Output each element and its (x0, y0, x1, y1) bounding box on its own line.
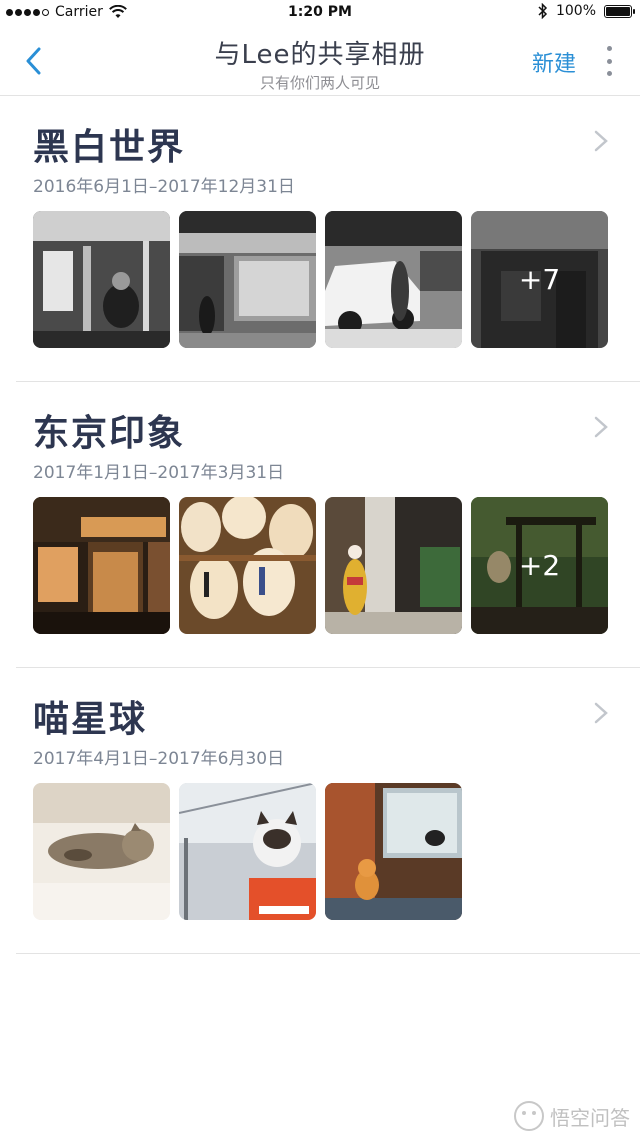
watermark: 悟空问答 (514, 1101, 630, 1131)
photo-row: +2 (33, 497, 608, 634)
battery-icon (604, 4, 635, 18)
photo-thumbnail[interactable] (179, 497, 316, 634)
album-header[interactable]: 喵星球 2017年4月1日–2017年6月30日 (0, 668, 640, 783)
album-dates: 2017年4月1日–2017年6月30日 (33, 749, 285, 769)
status-right: 100% (538, 3, 635, 19)
new-album-button[interactable]: 新建 (532, 46, 576, 78)
album-section: 东京印象 2017年1月1日–2017年3月31日 +2 (0, 382, 640, 668)
album-header[interactable]: 东京印象 2017年1月1日–2017年3月31日 (0, 382, 640, 497)
status-bar: Carrier 1:20 PM 100% (0, 0, 640, 26)
watermark-label: 悟空问答 (550, 1105, 630, 1130)
more-photos-count: +7 (471, 211, 608, 348)
bluetooth-icon (538, 3, 548, 19)
chevron-right-icon (594, 130, 608, 152)
photo-thumbnail[interactable] (33, 497, 170, 634)
divider (16, 953, 640, 954)
photo-row: +7 (33, 211, 608, 348)
chevron-right-icon (594, 702, 608, 724)
album-title: 黑白世界 (33, 127, 186, 168)
photo-thumbnail[interactable] (33, 211, 170, 348)
album-dates: 2016年6月1日–2017年12月31日 (33, 177, 295, 197)
photo-row (33, 783, 462, 920)
album-title: 喵星球 (33, 699, 148, 740)
photo-thumbnail[interactable] (179, 783, 316, 920)
watermark-logo-icon (514, 1101, 544, 1131)
battery-percent: 100% (555, 3, 596, 19)
photo-thumbnail[interactable] (179, 211, 316, 348)
chevron-right-icon (594, 416, 608, 438)
photo-thumbnail[interactable] (325, 211, 462, 348)
photo-thumbnail-more[interactable]: +2 (471, 497, 608, 634)
photo-thumbnail-more[interactable]: +7 (471, 211, 608, 348)
album-header[interactable]: 黑白世界 2016年6月1日–2017年12月31日 (0, 96, 640, 211)
nav-bar: 与Lee的共享相册 只有你们两人可见 新建 (0, 26, 640, 96)
photo-thumbnail[interactable] (33, 783, 170, 920)
album-title: 东京印象 (33, 413, 186, 454)
album-section: 喵星球 2017年4月1日–2017年6月30日 (0, 668, 640, 954)
more-icon (606, 46, 612, 51)
photo-thumbnail[interactable] (325, 783, 462, 920)
photo-thumbnail[interactable] (325, 497, 462, 634)
album-section: 黑白世界 2016年6月1日–2017年12月31日 +7 (0, 96, 640, 382)
album-dates: 2017年1月1日–2017年3月31日 (33, 463, 285, 483)
more-photos-count: +2 (471, 497, 608, 634)
more-options-button[interactable] (604, 46, 614, 76)
